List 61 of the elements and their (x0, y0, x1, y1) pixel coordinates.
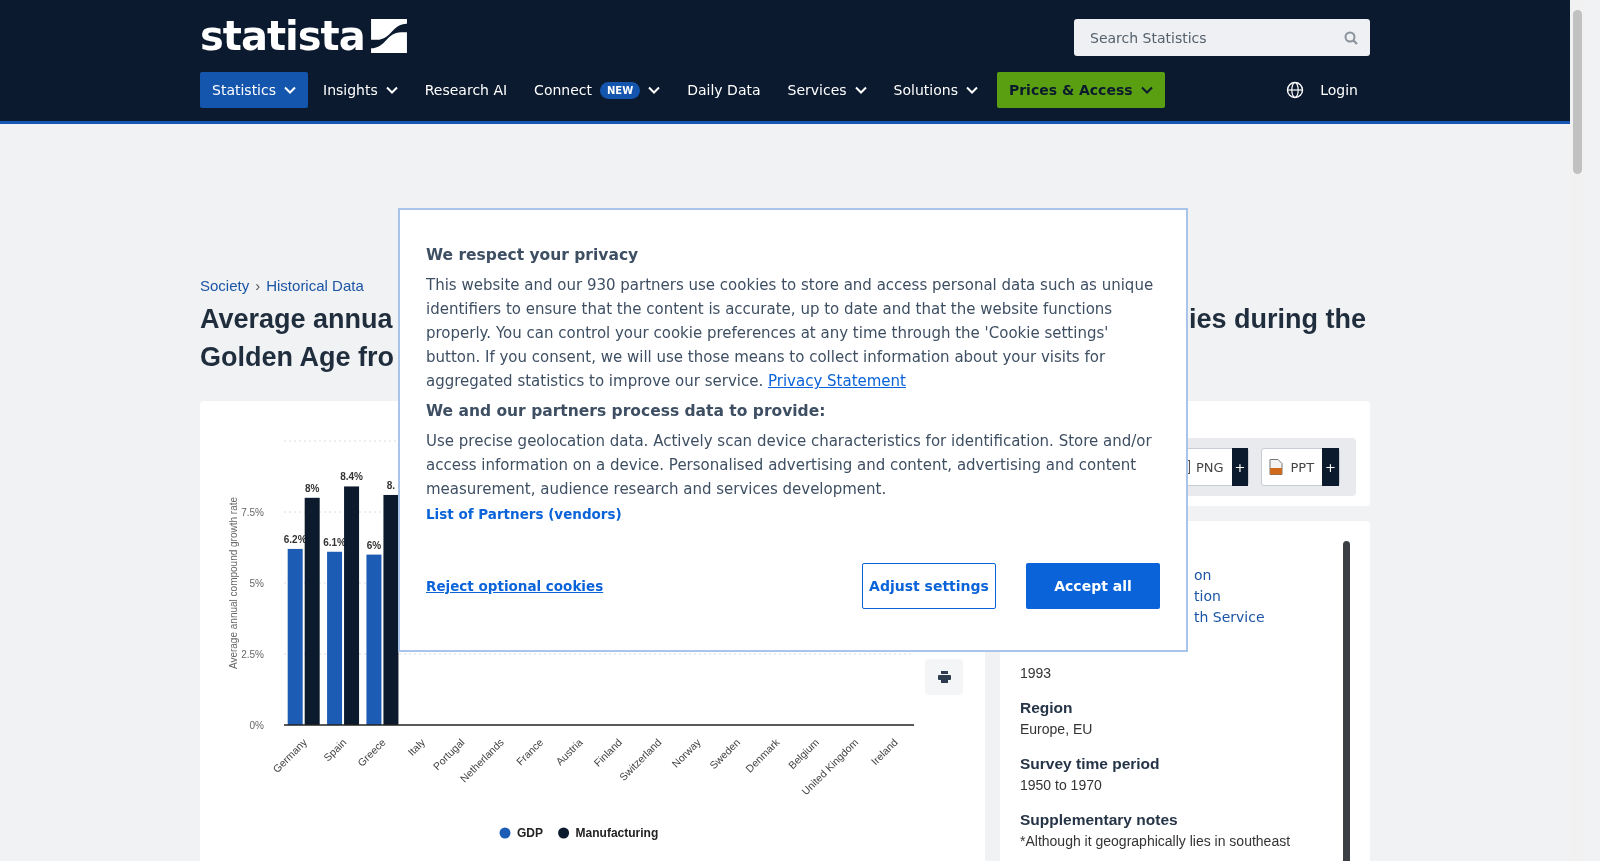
axis-tick-label: 7.5% (241, 507, 264, 518)
nav-tab[interactable]: Connect NEW (522, 72, 673, 108)
legend-item[interactable]: Manufacturing (558, 826, 659, 840)
detail-value: Europe, EU (1020, 720, 1094, 739)
breadcrumb-link[interactable]: Historical Data (266, 277, 364, 294)
source-link[interactable]: tion (1194, 586, 1221, 607)
page-title: Average annua (200, 303, 393, 336)
legend-label: Manufacturing (575, 826, 659, 840)
page-title: ies during the (1188, 303, 1366, 336)
logo-text[interactable]: statista (200, 16, 365, 56)
search-field[interactable]: Search Statistics (1074, 19, 1370, 56)
dialog-text: Use precise geolocation data. Actively scan device characteristics for identification. Store and/or access information on a device. Personalised advertising and content, advertising and content measurement, audience research and services development. (426, 431, 1153, 500)
breadcrumb-link[interactable]: Society (200, 277, 250, 294)
nav-tab[interactable]: Daily Data (675, 72, 773, 108)
detail-label: Region (1020, 698, 1074, 718)
data-label: 8.4% (340, 471, 363, 483)
partners-link[interactable]: List of Partners (vendors) (426, 506, 622, 522)
detail-value: 1993 (1020, 664, 1053, 683)
scrollbar-thumb[interactable] (1343, 541, 1350, 861)
print-button[interactable] (925, 659, 963, 695)
download-button[interactable]: PPT + (1261, 448, 1340, 486)
dialog-title: We respect your privacy (426, 246, 640, 264)
data-label: 8% (304, 482, 320, 494)
detail-value: *Although it geographically lies in southeast (1020, 832, 1292, 851)
axis-tick-label: 0% (249, 720, 264, 731)
detail-label: Survey time period (1020, 754, 1161, 774)
accept-all-button[interactable]: Accept all (1026, 563, 1160, 609)
slide-file-icon (1268, 459, 1285, 475)
plus-tab[interactable]: + (1231, 448, 1249, 486)
privacy-link[interactable]: Privacy Statement (767, 372, 906, 390)
legend-item[interactable]: GDP (499, 826, 543, 840)
axis-title: Average annual compound growth rate (228, 496, 239, 670)
detail-label: Supplementary notes (1020, 810, 1179, 830)
reject-link[interactable]: Reject optional cookies (426, 578, 604, 594)
nav-tab[interactable]: Prices & Access (996, 72, 1165, 108)
new-badge: NEW (600, 81, 641, 99)
breadcrumb-separator: › (255, 277, 261, 294)
nav-tab[interactable]: Insights (311, 72, 410, 108)
nav-tab[interactable]: Statistics (200, 72, 308, 108)
category-label: Italy (405, 735, 428, 759)
data-label: 6% (366, 539, 382, 551)
source-link[interactable]: th Service (1194, 607, 1265, 628)
nav-tab[interactable]: Services (775, 72, 879, 108)
dialog-subtitle: We and our partners process data to provide: (426, 402, 827, 420)
logo-mark-icon[interactable] (370, 19, 407, 53)
legend-label: GDP (517, 826, 544, 840)
page-title: Golden Age fro (200, 341, 394, 374)
nav-tab[interactable]: Research AI (412, 72, 520, 108)
search-icon[interactable] (1344, 31, 1358, 45)
printer-icon (937, 671, 951, 683)
source-link[interactable]: on (1194, 565, 1212, 586)
login-link[interactable]: Login (1320, 82, 1358, 98)
adjust-settings-button[interactable]: Adjust settings (862, 563, 996, 609)
detail-value: 1950 to 1970 (1020, 776, 1103, 795)
plus-tab[interactable]: + (1322, 448, 1339, 486)
nav-tab[interactable]: Solutions (881, 72, 990, 108)
globe-icon[interactable] (1286, 81, 1305, 99)
data-label: 8. (386, 479, 396, 491)
dialog-text: This website and our 930 partners use cookies to store and access personal data such as unique identifiers to ensure that the content is accurate, up to date and that the website functions properly. You can control your cookie preferences at any time through the 'Cookie settings' button. If you consent, we will use those means to collect information about your visits for aggregated statistics to improve our service. Privacy Statement (426, 275, 1155, 392)
axis-tick-label: 5% (249, 578, 264, 589)
axis-tick-label: 2.5% (241, 649, 264, 660)
